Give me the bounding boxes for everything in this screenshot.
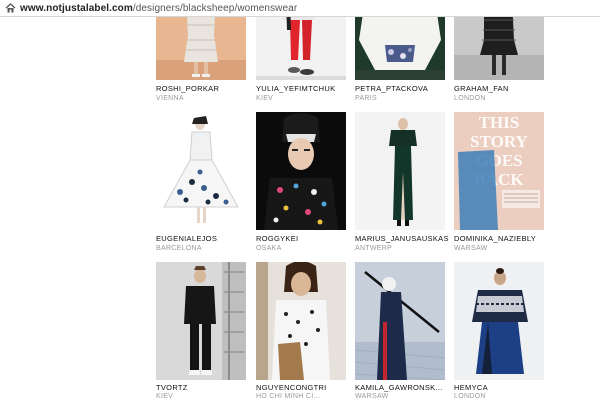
url-host: www.notjustalabel.com xyxy=(20,2,133,14)
designer-grid: ROSHI_PORKAR VIENNA YULIA_YEFIMTCHUK KIE… xyxy=(0,0,600,403)
designer-city: WARSAW xyxy=(355,393,389,400)
url-text[interactable]: www.notjustalabel.com/designers/blackshe… xyxy=(20,3,297,14)
home-icon[interactable] xyxy=(0,0,20,17)
designer-photo[interactable] xyxy=(355,262,445,380)
magazine-cover-line: THIS xyxy=(479,113,520,132)
designer-name[interactable]: PETRA_PTACKOVA xyxy=(355,84,428,93)
magazine-cover-line: STORY xyxy=(470,132,528,151)
designer-city: OSAKA xyxy=(256,245,282,252)
designer-name[interactable]: MARIUS_JANUSAUSKAS xyxy=(355,234,449,243)
designer-name[interactable]: ROSHI_PORKAR xyxy=(156,84,219,93)
designer-photo[interactable] xyxy=(156,262,246,380)
designer-photo[interactable] xyxy=(156,112,246,230)
designer-name[interactable]: HEMYCA xyxy=(454,383,488,392)
designer-city: BARCELONA xyxy=(156,245,202,252)
designer-name[interactable]: NGUYENCONGTRI xyxy=(256,383,327,392)
designer-name[interactable]: YULIA_YEFIMTCHUK xyxy=(256,84,335,93)
designer-city: KIEV xyxy=(156,393,174,400)
designer-photo[interactable] xyxy=(256,262,346,380)
designer-photo[interactable] xyxy=(355,112,445,230)
designer-name[interactable]: KAMILA_GAWRONSK... xyxy=(355,383,443,392)
designer-city: PARIS xyxy=(355,95,377,102)
url-path: /designers/blacksheep/womenswear xyxy=(132,2,298,14)
designer-name[interactable]: GRAHAM_FAN xyxy=(454,84,509,93)
designer-name[interactable]: EUGENIALEJOS xyxy=(156,234,217,243)
designer-name[interactable]: DOMINIKA_NAZIEBLY xyxy=(454,234,536,243)
designer-photo[interactable] xyxy=(454,262,544,380)
designer-city: LONDON xyxy=(454,393,486,400)
address-bar[interactable]: www.notjustalabel.com/designers/blackshe… xyxy=(0,0,600,17)
designer-city: LONDON xyxy=(454,95,486,102)
designer-city: ANTWERP xyxy=(355,245,393,252)
designer-photo[interactable]: THIS STORY GOES BACK xyxy=(454,112,544,230)
designer-city: WARSAW xyxy=(454,245,488,252)
designer-city: VIENNA xyxy=(156,95,184,102)
designer-name[interactable]: ROGGYKEI xyxy=(256,234,298,243)
designer-photo[interactable] xyxy=(256,112,346,230)
designer-city: KIEV xyxy=(256,95,274,102)
designer-name[interactable]: TVORTZ xyxy=(156,383,188,392)
designer-city: HO CHI MINH CI... xyxy=(256,393,321,400)
